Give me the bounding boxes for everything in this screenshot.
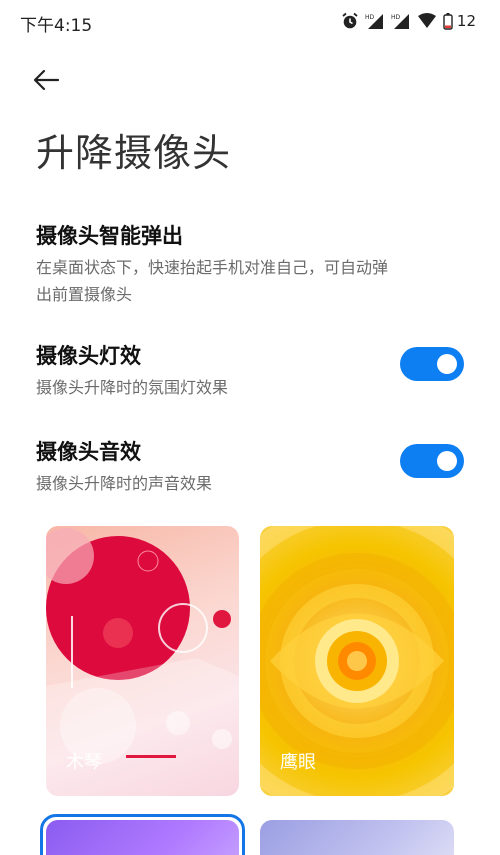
status-bar: 下午4:15 HD HD 12 [0,0,500,44]
setting-description: 在桌面状态下，快速抬起手机对准自己，可自动弹出前置摄像头 [36,258,389,304]
battery-icon [443,12,453,30]
status-icons: HD HD 12 [341,12,476,30]
setting-title: 摄像头智能弹出 [36,224,183,248]
sound-card-selected[interactable] [46,820,239,855]
page-title: 升降摄像头 [36,131,232,175]
setting-description: 摄像头升降时的声音效果 [36,474,213,493]
light-effect-toggle[interactable] [400,347,464,381]
sound-card-xylophone[interactable]: 木琴 [46,526,239,796]
sound-effect-toggle[interactable] [400,444,464,478]
setting-description: 摄像头升降时的氛围灯效果 [36,378,229,397]
battery-level: 12 [456,12,476,30]
toggle-knob [437,354,457,374]
status-time: 下午4:15 [20,16,93,36]
sound-card-label: 木琴 [66,752,102,773]
toggle-knob [437,451,457,471]
hd-signal-icon: HD [365,14,383,29]
sound-card-eagle-eye[interactable]: 鹰眼 [260,526,454,796]
sound-card-label: 鹰眼 [280,752,316,773]
sound-card-fourth[interactable] [260,820,454,855]
back-arrow-icon [33,69,60,91]
hd-signal-icon: HD [391,14,409,29]
svg-text:HD: HD [365,14,375,21]
setting-light-effect[interactable]: 摄像头灯效 摄像头升降时的氛围灯效果 [36,340,464,401]
setting-smart-popup[interactable]: 摄像头智能弹出 在桌面状态下，快速抬起手机对准自己，可自动弹出前置摄像头 [36,220,464,308]
setting-sound-effect[interactable]: 摄像头音效 摄像头升降时的声音效果 [36,436,464,497]
alarm-icon [342,12,358,29]
back-button[interactable] [30,64,66,96]
wifi-icon [417,13,436,28]
svg-text:HD: HD [391,14,401,21]
